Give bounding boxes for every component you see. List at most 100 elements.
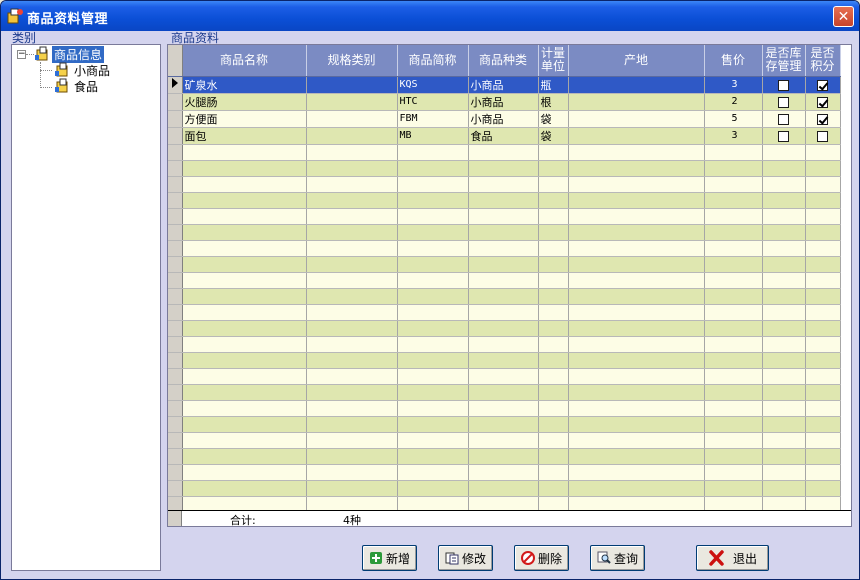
cell-stock[interactable] — [762, 400, 806, 417]
table-row[interactable]: 矿泉水 KQS 小商品瓶 3 — [168, 76, 841, 94]
cell-points[interactable] — [805, 127, 841, 145]
cell-price[interactable] — [704, 256, 763, 273]
cell-unit[interactable] — [538, 384, 569, 401]
row-indicator[interactable] — [168, 93, 183, 111]
cell-points[interactable] — [805, 416, 841, 433]
cell-name[interactable] — [182, 336, 307, 353]
cell-short[interactable] — [397, 320, 469, 337]
cell-stock[interactable] — [762, 416, 806, 433]
cell-name[interactable] — [182, 480, 307, 497]
cell-price[interactable] — [704, 272, 763, 289]
cell-name[interactable]: 方便面 — [182, 110, 307, 128]
cell-spec[interactable] — [306, 320, 398, 337]
row-indicator[interactable] — [168, 224, 183, 241]
cell-unit[interactable] — [538, 368, 569, 385]
cell-origin[interactable] — [568, 304, 705, 321]
cell-unit[interactable] — [538, 464, 569, 481]
row-indicator[interactable] — [168, 304, 183, 321]
cell-price[interactable] — [704, 208, 763, 225]
cell-points[interactable] — [805, 368, 841, 385]
cell-unit[interactable] — [538, 240, 569, 257]
cell-spec[interactable] — [306, 192, 398, 209]
cell-price[interactable] — [704, 432, 763, 449]
cell-price[interactable] — [704, 224, 763, 241]
cell-origin[interactable] — [568, 320, 705, 337]
cell-stock[interactable] — [762, 127, 806, 145]
cell-price[interactable] — [704, 400, 763, 417]
row-indicator[interactable] — [168, 400, 183, 417]
cell-points[interactable] — [805, 240, 841, 257]
column-header-points[interactable]: 是否积分 — [805, 45, 841, 77]
cell-stock[interactable] — [762, 288, 806, 305]
cell-name[interactable] — [182, 256, 307, 273]
empty-table-row[interactable] — [168, 400, 841, 417]
cell-unit[interactable] — [538, 208, 569, 225]
row-indicator[interactable] — [168, 272, 183, 289]
cell-spec[interactable] — [306, 304, 398, 321]
empty-table-row[interactable] — [168, 448, 841, 465]
table-row[interactable]: 火腿肠 HTC 小商品根 2 — [168, 93, 841, 111]
row-indicator[interactable] — [168, 384, 183, 401]
cell-spec[interactable] — [306, 272, 398, 289]
cell-short[interactable] — [397, 400, 469, 417]
cell-short[interactable] — [397, 368, 469, 385]
empty-table-row[interactable] — [168, 208, 841, 225]
column-header-kind[interactable]: 商品种类 — [468, 45, 539, 77]
cell-unit[interactable] — [538, 144, 569, 161]
cell-spec[interactable] — [306, 76, 398, 94]
points-checkbox[interactable] — [817, 113, 828, 125]
cell-price[interactable] — [704, 352, 763, 369]
cell-points[interactable] — [805, 208, 841, 225]
cell-kind[interactable] — [468, 176, 539, 193]
empty-table-row[interactable] — [168, 160, 841, 177]
cell-price[interactable] — [704, 176, 763, 193]
stock-checkbox[interactable] — [778, 130, 789, 142]
cell-stock[interactable] — [762, 352, 806, 369]
cell-price[interactable]: 2 — [704, 93, 763, 111]
cell-name[interactable] — [182, 464, 307, 481]
cell-origin[interactable] — [568, 272, 705, 289]
cell-kind[interactable] — [468, 208, 539, 225]
empty-table-row[interactable] — [168, 224, 841, 241]
cell-kind[interactable] — [468, 336, 539, 353]
cell-name[interactable] — [182, 416, 307, 433]
cell-spec[interactable] — [306, 432, 398, 449]
cell-points[interactable] — [805, 93, 841, 111]
cell-name[interactable] — [182, 144, 307, 161]
cell-origin[interactable] — [568, 464, 705, 481]
cell-points[interactable] — [805, 352, 841, 369]
cell-spec[interactable] — [306, 224, 398, 241]
cell-unit[interactable]: 瓶 — [538, 76, 569, 94]
empty-table-row[interactable] — [168, 192, 841, 209]
cell-name[interactable] — [182, 400, 307, 417]
cell-origin[interactable] — [568, 224, 705, 241]
cell-name[interactable] — [182, 384, 307, 401]
cell-stock[interactable] — [762, 192, 806, 209]
title-bar[interactable]: 商品资料管理 ✕ — [1, 1, 859, 31]
cell-short[interactable] — [397, 288, 469, 305]
row-indicator[interactable] — [168, 336, 183, 353]
cell-origin[interactable] — [568, 76, 705, 94]
cell-spec[interactable] — [306, 368, 398, 385]
cell-origin[interactable] — [568, 240, 705, 257]
cell-spec[interactable] — [306, 93, 398, 111]
cell-short[interactable] — [397, 432, 469, 449]
cell-name[interactable] — [182, 176, 307, 193]
cell-name[interactable] — [182, 352, 307, 369]
cell-kind[interactable] — [468, 320, 539, 337]
column-header-stock[interactable]: 是否库存管理 — [762, 45, 806, 77]
cell-price[interactable]: 3 — [704, 76, 763, 94]
cell-short[interactable] — [397, 192, 469, 209]
cell-short[interactable] — [397, 384, 469, 401]
row-indicator[interactable] — [168, 110, 183, 128]
cell-name[interactable] — [182, 208, 307, 225]
cell-origin[interactable] — [568, 127, 705, 145]
empty-table-row[interactable] — [168, 464, 841, 481]
cell-origin[interactable] — [568, 416, 705, 433]
product-grid[interactable]: 商品名称 规格类别 商品简称 商品种类 计量单位 产地 售价 是否库存管理 是否… — [167, 44, 852, 527]
cell-kind[interactable] — [468, 448, 539, 465]
cell-origin[interactable] — [568, 176, 705, 193]
cell-points[interactable] — [805, 464, 841, 481]
empty-table-row[interactable] — [168, 480, 841, 497]
cell-kind[interactable]: 小商品 — [468, 93, 539, 111]
